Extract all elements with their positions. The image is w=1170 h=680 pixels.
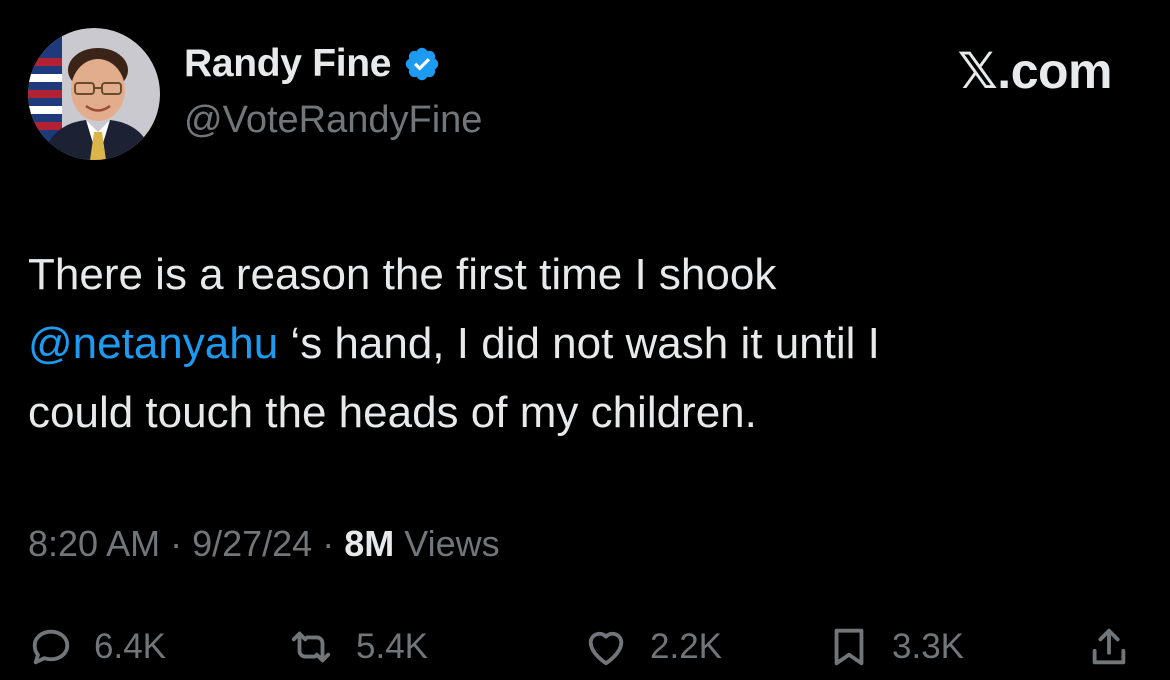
- tweet-text: There is a reason the first time I shook…: [28, 240, 1128, 447]
- tweet-line-3: could touch the heads of my children.: [28, 388, 757, 437]
- views-count: 8M: [344, 523, 395, 564]
- tweet-meta: 8:20 AM · 9/27/24 · 8M Views: [28, 523, 500, 565]
- like-count: 2.2K: [650, 627, 722, 666]
- like-button[interactable]: 2.2K: [582, 620, 722, 674]
- retweet-button[interactable]: 5.4K: [286, 620, 428, 674]
- reply-button[interactable]: 6.4K: [28, 620, 166, 674]
- author-name-row: Randy Fine: [184, 42, 441, 86]
- x-logo: 𝕏.com: [957, 43, 1113, 99]
- share-icon: [1092, 628, 1126, 665]
- retweet-icon: [291, 631, 331, 663]
- author-handle[interactable]: @VoteRandyFine: [184, 99, 482, 142]
- views-label: Views: [394, 523, 500, 564]
- tweet-line-2: @netanyahu ‘s hand, I did not wash it un…: [28, 309, 1128, 378]
- author-display-name[interactable]: Randy Fine: [184, 42, 392, 86]
- action-bar: 6.4K 5.4K 2.2K 3.3K: [28, 620, 1148, 674]
- meta-separator: ·: [160, 523, 193, 564]
- like-icon: [588, 631, 624, 666]
- tweet-time[interactable]: 8:20 AM: [28, 523, 160, 564]
- tweet-date[interactable]: 9/27/24: [192, 523, 312, 564]
- bookmark-icon: [834, 628, 864, 666]
- author-avatar[interactable]: [28, 28, 160, 160]
- tweet-line-2-text: ‘s hand, I did not wash it until I: [278, 319, 880, 368]
- bookmark-count: 3.3K: [892, 627, 964, 666]
- mention-link[interactable]: @netanyahu: [28, 319, 278, 368]
- share-button[interactable]: [1086, 620, 1132, 674]
- meta-separator: ·: [312, 523, 345, 564]
- reply-icon: [32, 629, 70, 665]
- tweet-line-1: There is a reason the first time I shook: [28, 250, 777, 299]
- verified-badge-icon[interactable]: [403, 45, 441, 83]
- bookmark-button[interactable]: 3.3K: [826, 620, 964, 674]
- reply-count: 6.4K: [94, 627, 166, 666]
- retweet-count: 5.4K: [356, 627, 428, 666]
